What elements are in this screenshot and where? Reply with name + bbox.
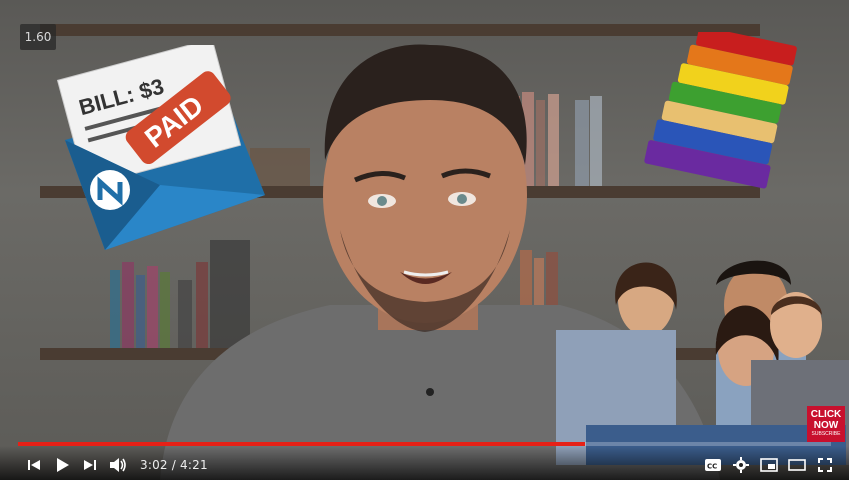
playback-speed-badge: 1.60 (20, 24, 56, 50)
theater-icon[interactable] (783, 451, 811, 479)
time-separator: / (167, 458, 181, 472)
svg-text:CC: CC (707, 463, 717, 471)
fullscreen-icon[interactable] (811, 451, 839, 479)
time-current: 3:02 (140, 458, 168, 472)
subscribe-cta-badge[interactable]: CLICK NOW SUBSCRIBE (807, 406, 845, 442)
stack-of-books-image (644, 32, 797, 189)
paid-bill-envelope-image: BILL: $3 PAID (56, 45, 265, 250)
skip-back-icon[interactable] (20, 451, 48, 479)
play-icon[interactable] (48, 451, 76, 479)
volume-icon[interactable] (104, 451, 132, 479)
controls-row: 3:02 / 4:21 CC (0, 450, 849, 480)
settings-icon[interactable] (727, 451, 755, 479)
video-frame[interactable]: BILL: $3 PAID 1.60 CLICK NOW SUBSCRIBE (0, 0, 849, 480)
cta-line-1: CLICK (810, 409, 842, 420)
cta-line-3: SUBSCRIBE (811, 431, 841, 437)
miniplayer-icon[interactable] (755, 451, 783, 479)
time-total: 4:21 (180, 458, 208, 472)
captions-icon[interactable]: CC (699, 451, 727, 479)
time-display: 3:02 / 4:21 (140, 458, 208, 472)
family-photo-image (556, 260, 849, 465)
progress-bar[interactable] (18, 442, 831, 446)
progress-bar-fill (18, 442, 585, 446)
video-player[interactable]: BILL: $3 PAID 1.60 CLICK NOW SUBSCRIBE 3… (0, 0, 849, 480)
cta-line-2: NOW (813, 420, 839, 431)
next-icon[interactable] (76, 451, 104, 479)
player-controls: 3:02 / 4:21 CC (0, 442, 849, 480)
